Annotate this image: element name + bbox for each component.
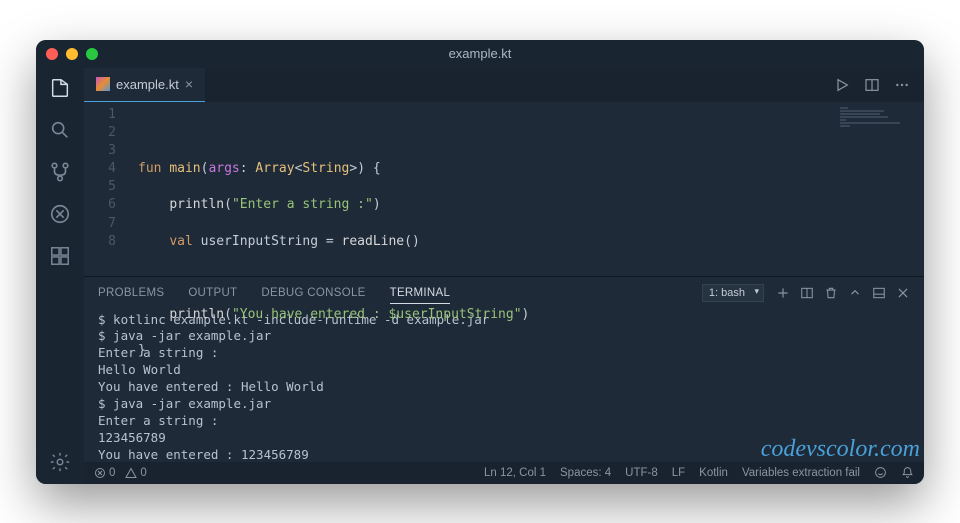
terminal-line: You have entered : 123456789 [98, 447, 910, 462]
code-line [138, 378, 924, 396]
line-number: 7 [84, 215, 116, 233]
notifications-icon[interactable] [901, 466, 914, 479]
code-line [138, 124, 924, 142]
titlebar: example.kt [36, 40, 924, 68]
warnings-count[interactable]: 0 [125, 467, 146, 479]
main-area: example.kt × 1 [84, 68, 924, 484]
line-number: 5 [84, 178, 116, 196]
code-content[interactable]: fun main(args: Array<String>) { println(… [126, 102, 924, 276]
status-message[interactable]: Variables extraction fail [742, 467, 860, 479]
tab-bar: example.kt × [84, 68, 924, 102]
indentation[interactable]: Spaces: 4 [560, 467, 611, 479]
minimize-window-button[interactable] [66, 48, 78, 60]
code-line: fun main(args: Array<String>) { [138, 160, 924, 178]
line-number: 6 [84, 196, 116, 214]
code-line: println("Enter a string :") [138, 196, 924, 214]
line-number: 8 [84, 233, 116, 251]
code-line: } [138, 342, 924, 360]
line-number: 4 [84, 160, 116, 178]
tab-close-icon[interactable]: × [185, 76, 193, 92]
run-icon[interactable] [834, 77, 850, 93]
feedback-icon[interactable] [874, 466, 887, 479]
terminal-selector[interactable]: 1: bash ▾ [702, 284, 764, 302]
extensions-icon[interactable] [48, 244, 72, 268]
editor-actions [834, 68, 924, 102]
editor-window: example.kt [36, 40, 924, 484]
eol[interactable]: LF [672, 467, 685, 479]
debug-icon[interactable] [48, 202, 72, 226]
cursor-position[interactable]: Ln 12, Col 1 [484, 467, 546, 479]
code-editor[interactable]: 1 2 3 4 5 6 7 8 fun main(args: Array<Str… [84, 102, 924, 276]
code-line [138, 269, 924, 287]
search-icon[interactable] [48, 118, 72, 142]
close-window-button[interactable] [46, 48, 58, 60]
line-number: 1 [84, 106, 116, 124]
code-line: val userInputString = readLine() [138, 233, 924, 251]
code-line: println("You have entered : $userInputSt… [138, 306, 924, 324]
more-actions-icon[interactable] [894, 77, 910, 93]
line-number: 2 [84, 124, 116, 142]
settings-gear-icon[interactable] [48, 450, 72, 474]
activity-bar [36, 68, 84, 484]
line-gutter: 1 2 3 4 5 6 7 8 [84, 102, 126, 276]
line-number: 3 [84, 142, 116, 160]
split-editor-icon[interactable] [864, 77, 880, 93]
encoding[interactable]: UTF-8 [625, 467, 658, 479]
minimap[interactable] [840, 106, 920, 166]
tab-filename: example.kt [116, 77, 179, 92]
explorer-icon[interactable] [48, 76, 72, 100]
tab-example-kt[interactable]: example.kt × [84, 68, 205, 102]
traffic-lights [46, 48, 98, 60]
status-bar: 0 0 Ln 12, Col 1 Spaces: 4 UTF-8 LF Kotl… [84, 462, 924, 484]
language-mode[interactable]: Kotlin [699, 467, 728, 479]
kotlin-file-icon [96, 77, 110, 91]
maximize-window-button[interactable] [86, 48, 98, 60]
window-title: example.kt [449, 46, 512, 61]
window-body: example.kt × 1 [36, 68, 924, 484]
source-control-icon[interactable] [48, 160, 72, 184]
errors-count[interactable]: 0 [94, 467, 115, 479]
